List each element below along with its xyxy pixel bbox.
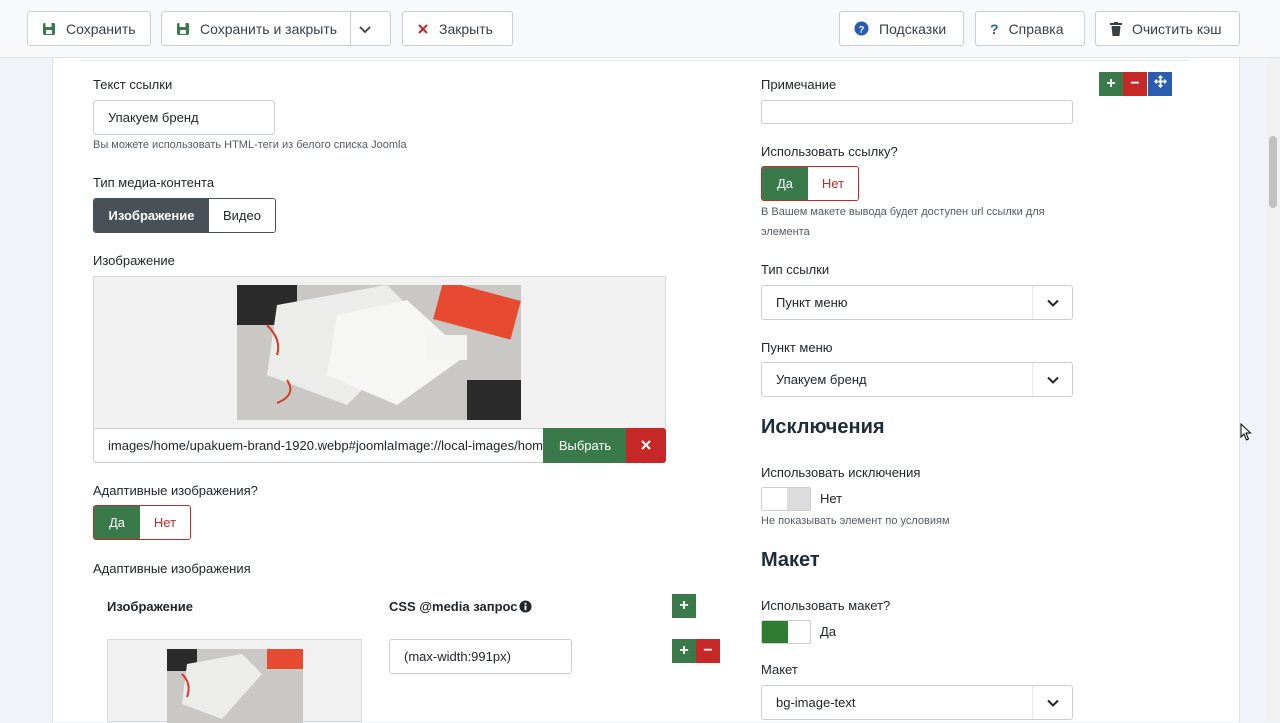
use-layout-label: Использовать макет?	[761, 598, 891, 613]
menu-item-value: Упакуем бренд	[776, 372, 867, 387]
layout-select[interactable]: bg-image-text	[761, 685, 1073, 720]
image-label: Изображение	[93, 253, 175, 268]
close-button[interactable]: Закрыть	[402, 11, 513, 46]
question-icon: ?	[990, 20, 999, 37]
clear-image-button[interactable]	[626, 428, 666, 463]
use-link-label: Использовать ссылку?	[761, 144, 898, 159]
save-button[interactable]: Сохранить	[27, 11, 151, 46]
save-close-button[interactable]: Сохранить и закрыть	[161, 11, 391, 46]
media-type-label: Тип медиа-контента	[93, 175, 215, 190]
tips-button[interactable]: ? Подсказки	[839, 11, 964, 46]
chevron-down-icon	[1032, 686, 1072, 719]
layout-label: Макет	[761, 662, 798, 677]
help-button[interactable]: ? Справка	[975, 11, 1085, 46]
use-link-no-option[interactable]: Нет	[808, 167, 858, 200]
trash-icon	[1110, 21, 1122, 36]
close-icon	[417, 23, 429, 35]
use-link-yes-option[interactable]: Да	[762, 167, 808, 200]
image-path-input[interactable]: images/home/upakuem-brand-1920.webp#joom…	[93, 428, 544, 463]
move-icon	[1153, 75, 1167, 93]
question-circle-icon: ?	[854, 21, 869, 36]
toggle-knob	[787, 488, 810, 510]
toolbar: Сохранить Сохранить и закрыть Закрыть ? …	[0, 0, 1280, 58]
adaptive-image-preview	[167, 649, 303, 723]
image-preview-box	[93, 276, 666, 429]
media-type-switch: Изображение Видео	[93, 198, 276, 233]
adaptive-images-switch: Да Нет	[93, 505, 191, 540]
remove-row-button[interactable]: −	[696, 639, 720, 663]
save-icon	[42, 22, 56, 36]
use-link-switch: Да Нет	[761, 166, 859, 201]
clear-cache-button[interactable]: Очистить кэш	[1095, 11, 1240, 46]
adaptive-images-label: Адаптивные изображения?	[93, 483, 258, 498]
tips-label: Подсказки	[879, 20, 947, 37]
exceptions-heading: Исключения	[761, 416, 885, 438]
close-label: Закрыть	[439, 20, 493, 37]
add-row-after-button[interactable]: +	[672, 639, 696, 663]
chevron-down-icon	[1032, 286, 1072, 319]
note-input[interactable]	[761, 100, 1073, 124]
use-exceptions-toggle[interactable]	[761, 487, 811, 511]
save-icon	[176, 22, 190, 36]
media-query-input[interactable]: (max-width:991px)	[389, 639, 572, 674]
link-text-label: Текст ссылки	[93, 77, 173, 92]
divider	[350, 12, 351, 45]
link-type-value: Пункт меню	[776, 295, 848, 310]
info-icon[interactable]	[519, 600, 532, 618]
chevron-down-icon[interactable]	[358, 22, 372, 39]
use-link-hint: В Вашем макете вывода будет доступен url…	[761, 206, 1045, 238]
note-label: Примечание	[761, 77, 837, 92]
layout-value: bg-image-text	[776, 695, 856, 710]
use-exceptions-label: Использовать исключения	[761, 465, 921, 480]
choose-image-button[interactable]: Выбрать	[543, 428, 627, 463]
help-label: Справка	[1008, 20, 1064, 37]
close-icon	[641, 437, 651, 455]
menu-item-select[interactable]: Упакуем бренд	[761, 362, 1073, 397]
link-text-input[interactable]: Упакуем бренд	[93, 100, 275, 135]
use-layout-toggle[interactable]	[761, 620, 811, 644]
add-item-button[interactable]: +	[1099, 72, 1123, 96]
column-header-image: Изображение	[107, 599, 193, 614]
use-layout-value: Да	[820, 624, 837, 639]
move-item-button[interactable]	[1148, 72, 1172, 96]
use-exceptions-value: Нет	[820, 491, 843, 506]
adaptive-no-option[interactable]: Нет	[140, 506, 190, 539]
mouse-cursor-icon	[1240, 422, 1252, 446]
adaptive-image-preview-box	[107, 639, 362, 723]
image-preview	[237, 285, 521, 420]
save-label: Сохранить	[66, 20, 136, 37]
add-row-button[interactable]: +	[672, 594, 696, 618]
scrollbar-thumb[interactable]	[1269, 136, 1277, 208]
layout-heading: Макет	[761, 549, 820, 571]
svg-text:?: ?	[859, 24, 865, 34]
adaptive-list-label: Адаптивные изображения	[93, 561, 251, 576]
clear-cache-label: Очистить кэш	[1132, 20, 1222, 37]
link-text-hint: Вы можете использовать HTML-теги из бело…	[93, 139, 407, 151]
media-type-video-option[interactable]: Видео	[209, 199, 275, 232]
media-type-image-option[interactable]: Изображение	[94, 199, 209, 232]
remove-item-button[interactable]: −	[1123, 72, 1147, 96]
toggle-knob	[762, 621, 788, 643]
divider	[80, 60, 1188, 61]
menu-item-label: Пункт меню	[761, 340, 833, 355]
adaptive-yes-option[interactable]: Да	[94, 506, 140, 539]
link-type-select[interactable]: Пункт меню	[761, 285, 1073, 320]
use-exceptions-hint: Не показывать элемент по условиям	[761, 515, 950, 527]
column-header-css: CSS @media запрос	[389, 599, 518, 614]
save-close-label: Сохранить и закрыть	[200, 20, 338, 37]
chevron-down-icon	[1032, 363, 1072, 396]
link-type-label: Тип ссылки	[761, 262, 830, 277]
